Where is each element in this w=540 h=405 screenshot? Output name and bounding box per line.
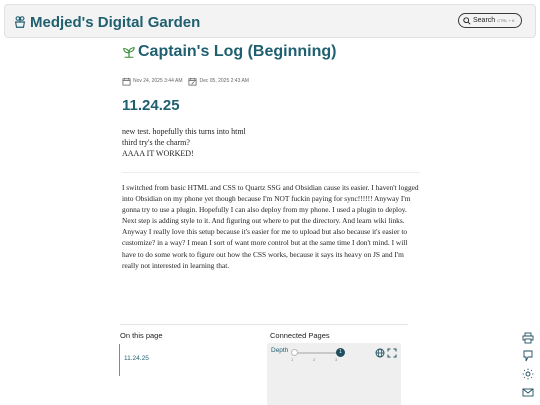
- footer-divider: [120, 324, 408, 325]
- toc-title: On this page: [120, 331, 163, 340]
- intro-line: new test. hopefully this turns into html: [122, 127, 246, 136]
- printer-icon[interactable]: [522, 332, 534, 344]
- search-button[interactable]: Search CTRL + K: [458, 13, 522, 28]
- globe-icon[interactable]: [375, 348, 385, 358]
- garden-logo-icon: [14, 16, 26, 28]
- body-paragraph: I switched from basic HTML and CSS to Qu…: [122, 183, 419, 270]
- modified-date: Dec 05, 2025 2:43 AM: [188, 77, 249, 86]
- depth-tick: 2: [313, 357, 316, 362]
- expand-icon[interactable]: [387, 348, 397, 358]
- depth-label: Depth: [271, 347, 289, 354]
- section-heading: 11.24.25: [122, 97, 180, 114]
- page-title: Captain's Log (Beginning): [122, 41, 336, 63]
- created-date-text: Nov 24, 2025 3:44 AM: [133, 78, 183, 84]
- depth-tick: 1: [291, 357, 294, 362]
- intro-line: third try's the charm?: [122, 138, 190, 147]
- depth-ticks: 1 2 3: [291, 357, 341, 363]
- depth-tick: 3: [335, 357, 338, 362]
- sun-icon[interactable]: [522, 368, 534, 380]
- search-icon: [463, 16, 471, 25]
- toc-link[interactable]: 11.24.25: [124, 355, 149, 362]
- toc-indicator: [119, 344, 120, 376]
- graph-view[interactable]: Depth 1 1 2 3: [267, 343, 401, 405]
- slider-track: [293, 352, 341, 354]
- horizontal-rule: [122, 172, 420, 173]
- side-toolbar: [522, 332, 536, 398]
- graph-controls: [375, 348, 397, 358]
- slider-start-handle[interactable]: [291, 349, 298, 356]
- modified-date-text: Dec 05, 2025 2:43 AM: [199, 78, 249, 84]
- search-shortcut: CTRL + K: [497, 18, 515, 23]
- site-title-link[interactable]: Medjed's Digital Garden: [13, 12, 200, 32]
- calendar-edit-icon: [189, 77, 197, 85]
- mail-icon[interactable]: [522, 386, 534, 398]
- page-title-text: Captain's Log (Beginning): [138, 43, 337, 60]
- intro-lines: new test. hopefully this turns into html…: [122, 126, 442, 159]
- search-label: Search: [473, 17, 496, 24]
- slider-value-handle[interactable]: 1: [336, 348, 345, 357]
- calendar-icon: [122, 77, 131, 85]
- created-date: Nov 24, 2025 3:44 AM: [122, 77, 182, 86]
- page-meta: Nov 24, 2025 3:44 AM Dec 05, 2025 2:43 A…: [122, 75, 249, 87]
- reader-mode-icon[interactable]: [522, 350, 534, 362]
- site-title-text: Medjed's Digital Garden: [30, 13, 201, 31]
- header-bar: Medjed's Digital Garden Search CTRL + K: [4, 4, 536, 38]
- connected-pages-title: Connected Pages: [270, 331, 330, 340]
- intro-line: AAAA IT WORKED!: [122, 149, 194, 158]
- sprout-icon: [123, 47, 135, 58]
